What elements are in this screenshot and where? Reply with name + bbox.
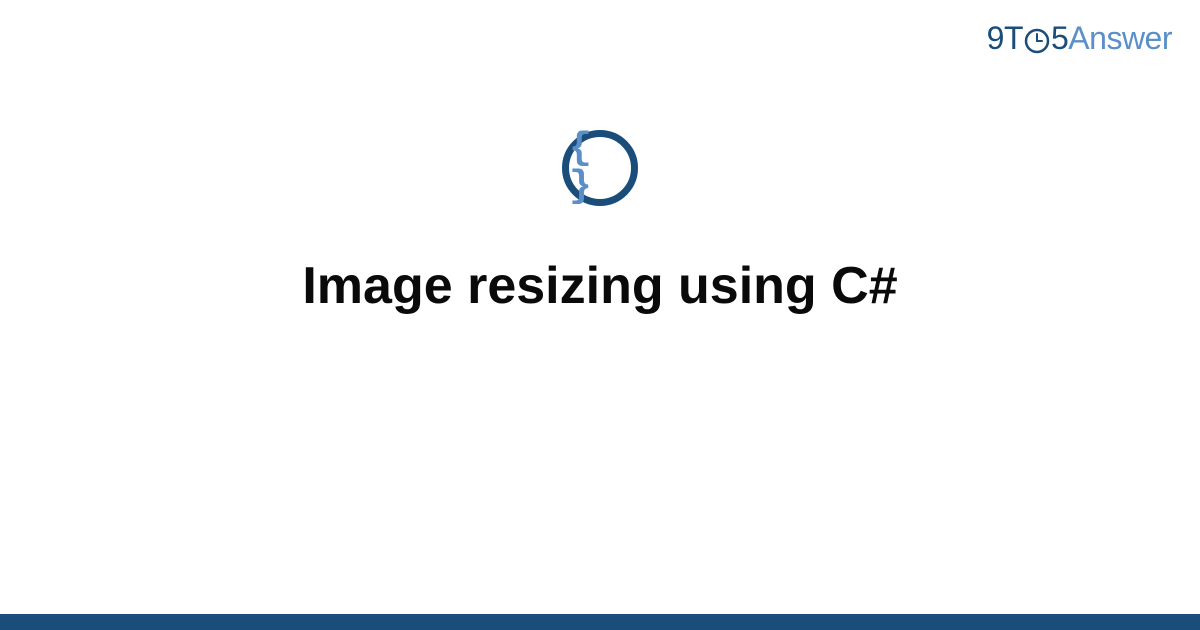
site-logo: 9T 5Answer [987,20,1172,57]
braces-glyph: { } [569,130,631,206]
logo-part-9t: 9T [987,20,1023,56]
logo-part-answer: Answer [1068,20,1172,56]
clock-icon [1024,28,1050,54]
logo-part-5: 5 [1051,20,1068,56]
main-content: { } Image resizing using C# [0,130,1200,316]
footer-bar [0,614,1200,630]
logo-text: 9T 5Answer [987,20,1172,57]
page-title: Image resizing using C# [302,256,897,316]
code-braces-icon: { } [562,130,638,206]
